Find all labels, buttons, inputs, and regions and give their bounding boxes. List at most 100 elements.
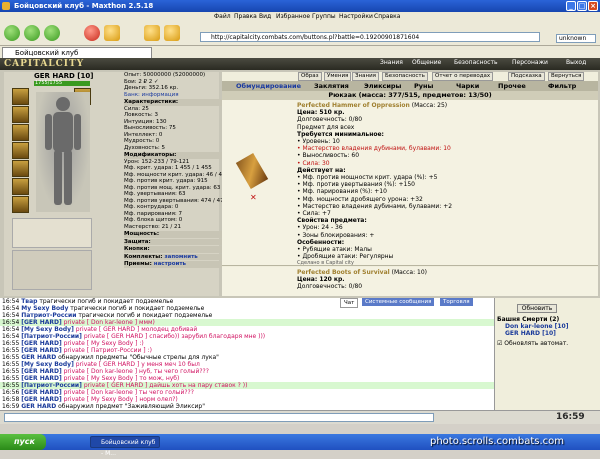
chat-time[interactable]: 16:54 <box>2 333 19 340</box>
refresh-icon[interactable] <box>44 25 60 41</box>
helmet-slot[interactable] <box>12 88 29 105</box>
security-button[interactable]: Безопасность <box>382 72 428 81</box>
gloves-slot[interactable] <box>12 196 29 213</box>
auto-refresh-checkbox[interactable]: ☑ Обновлять автомат. <box>497 340 600 347</box>
chat-sender[interactable]: [GER HARD] <box>21 347 61 354</box>
spell-slots[interactable] <box>12 250 92 290</box>
armor-slot[interactable] <box>12 142 29 159</box>
taskbar-item[interactable]: Бойцовский клуб - M... <box>90 436 160 457</box>
tab-trade[interactable]: Торговля <box>440 298 473 306</box>
category-tabs: Обмундирование Заклятия Эликсиры Руны Ча… <box>222 81 598 91</box>
address-bar[interactable]: http://capitalcity.combats.com/buttons.p… <box>200 32 540 42</box>
item-name[interactable]: Perfected Boots of Survival <box>297 269 390 276</box>
chat-time[interactable]: 16:55 <box>2 375 19 382</box>
history-icon[interactable] <box>164 25 180 41</box>
nav-exit[interactable]: Выход <box>566 59 586 66</box>
tab-filter[interactable]: Фильтр <box>548 81 576 91</box>
chat-sender[interactable]: GER HARD <box>21 403 56 410</box>
nav-characters[interactable]: Персонажи <box>512 59 548 66</box>
item-property: • Зоны блокирования: + <box>297 231 375 239</box>
chat-sender[interactable]: [GER HARD] <box>21 375 61 382</box>
chat-sender[interactable]: [GER HARD] <box>21 319 61 326</box>
transfers-report-button[interactable]: Отчет о переводах <box>432 72 494 81</box>
drop-item-icon[interactable]: ✕ <box>250 193 257 202</box>
room-user[interactable]: Don kar-leone [10] <box>505 323 600 330</box>
menu-settings[interactable]: Настройки <box>339 12 373 22</box>
chat-time[interactable]: 16:54 <box>2 312 19 319</box>
nav-communication[interactable]: Общение <box>412 59 441 66</box>
menu-groups[interactable]: Группы <box>312 12 336 22</box>
tab-runes[interactable]: Руны <box>414 81 433 91</box>
chat-time[interactable]: 16:54 <box>2 326 19 333</box>
chat-input[interactable] <box>4 413 434 422</box>
chat-time[interactable]: 16:56 <box>2 389 19 396</box>
chat-sender[interactable]: [GER HARD] <box>21 389 61 396</box>
chat-sender[interactable]: [Патриот-России] <box>21 382 82 389</box>
chat-sender[interactable]: [GER HARD] <box>21 396 61 403</box>
tab-other[interactable]: Прочее <box>498 81 526 91</box>
browser-tab[interactable]: Бойцовский клуб <box>2 47 152 58</box>
menu-favorites[interactable]: Избранное <box>276 12 310 22</box>
chat-time[interactable]: 16:55 <box>2 361 19 368</box>
chat-time[interactable]: 16:54 <box>2 319 19 326</box>
chat-time[interactable]: 16:54 <box>2 305 19 312</box>
chat-sender[interactable]: [Патриот-России] <box>21 333 82 340</box>
nav-security[interactable]: Безопасность <box>454 59 498 66</box>
tab-elixirs[interactable]: Эликсиры <box>364 81 401 91</box>
chat-sender[interactable]: GER HARD <box>21 354 56 361</box>
knowledge-button[interactable]: Знания <box>352 72 379 81</box>
tab-spells[interactable]: Заклятия <box>314 81 349 91</box>
stop-icon[interactable] <box>84 25 100 41</box>
chat-time[interactable]: 16:54 <box>2 298 19 305</box>
chat-line: 16:55 [GER HARD] private [ My Sexy Body … <box>0 375 494 382</box>
tab-equipment[interactable]: Обмундирование <box>236 81 301 91</box>
chat-sender[interactable]: [My Sexy Body] <box>21 361 74 368</box>
skills-button[interactable]: Умения <box>324 72 352 81</box>
room-user[interactable]: GER HARD [10] <box>505 330 600 337</box>
menu-help[interactable]: Справка <box>374 12 400 22</box>
maximize-button[interactable]: □ <box>577 1 587 11</box>
chat-sender[interactable]: Патриот-России <box>21 312 76 319</box>
menu-edit[interactable]: Правка <box>234 12 257 22</box>
menu-file[interactable]: Файл <box>214 12 231 22</box>
chat-sender[interactable]: [GER HARD] <box>21 368 61 375</box>
chat-time[interactable]: 16:55 <box>2 382 19 389</box>
image-button[interactable]: Образ <box>298 72 322 81</box>
refresh-button[interactable]: Обновить <box>517 304 557 313</box>
minimize-button[interactable]: _ <box>566 1 576 11</box>
chat-time[interactable]: 16:55 <box>2 347 19 354</box>
chat-time[interactable]: 16:55 <box>2 354 19 361</box>
hint-button[interactable]: Подсказка <box>508 72 545 81</box>
ring-slot[interactable] <box>12 178 29 195</box>
return-button[interactable]: Вернуться <box>548 72 585 81</box>
chat-sender[interactable]: [GER HARD] <box>21 340 61 347</box>
remember-link[interactable]: запомнить <box>164 254 197 261</box>
forward-icon[interactable] <box>24 25 40 41</box>
configure-link[interactable]: настроить <box>154 261 186 268</box>
tab-system-messages[interactable]: Системные сообщения <box>362 298 435 306</box>
chat-time[interactable]: 16:59 <box>2 403 19 410</box>
tab-chat[interactable]: Чат <box>340 298 359 308</box>
tab-charms[interactable]: Чарки <box>456 81 479 91</box>
start-button[interactable]: пуск <box>0 434 46 450</box>
search-input[interactable]: unknown <box>556 34 596 43</box>
belt-slot[interactable] <box>12 160 29 177</box>
quick-slots[interactable] <box>12 218 92 248</box>
chat-sender[interactable]: My Sexy Body <box>21 305 68 312</box>
chat-time[interactable]: 16:55 <box>2 368 19 375</box>
item-name[interactable]: Perfected Hammer of Oppression <box>297 102 410 109</box>
chat-time[interactable]: 16:55 <box>2 340 19 347</box>
nav-knowledge[interactable]: Знания <box>380 59 403 66</box>
home-icon[interactable] <box>104 25 120 41</box>
chat-time[interactable]: 16:58 <box>2 396 19 403</box>
favorites-icon[interactable] <box>144 25 160 41</box>
chat-sender[interactable]: Твар <box>21 298 37 305</box>
chat-log[interactable]: 16:54 Твар трагически погиб и покидает п… <box>0 298 494 410</box>
weapon-slot[interactable] <box>12 124 29 141</box>
menu-view[interactable]: Вид <box>259 12 271 22</box>
hammer-icon[interactable] <box>235 153 269 189</box>
amulet-slot[interactable] <box>12 106 29 123</box>
back-icon[interactable] <box>4 25 20 41</box>
chat-sender[interactable]: [My Sexy Body] <box>21 326 74 333</box>
close-button[interactable]: × <box>588 1 598 11</box>
